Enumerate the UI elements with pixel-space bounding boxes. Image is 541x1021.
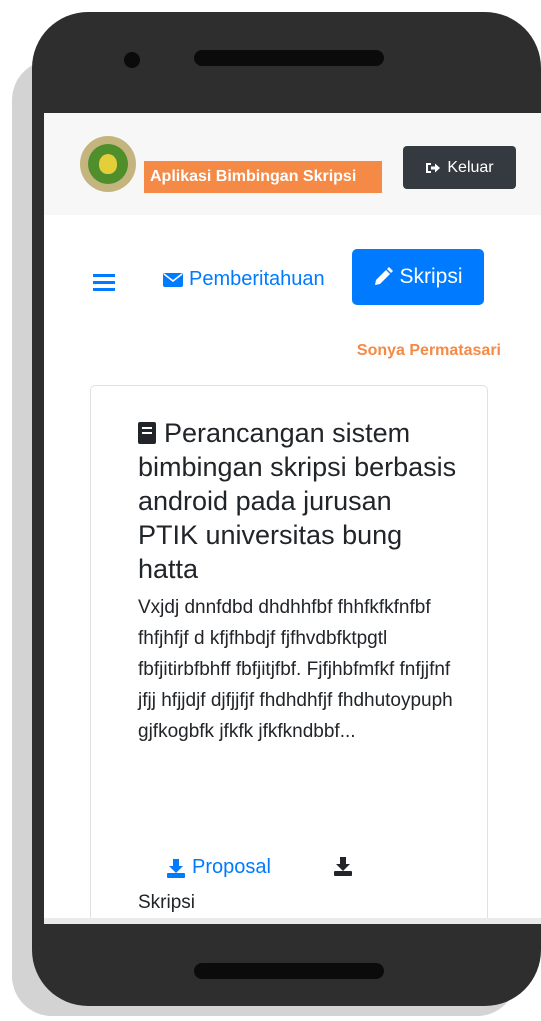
download-icon xyxy=(166,858,186,878)
book-icon xyxy=(138,422,156,444)
menu-toggle-button[interactable] xyxy=(93,273,115,291)
thesis-title-text: Perancangan sistem bimbingan skripsi ber… xyxy=(138,418,457,584)
thesis-title: Perancangan sistem bimbingan skripsi ber… xyxy=(138,416,458,586)
phone-frame: Aplikasi Bimbingan Skripsi Keluar Pember… xyxy=(32,12,541,1006)
proposal-download-link[interactable]: Proposal xyxy=(166,856,271,879)
screen-edge xyxy=(44,918,541,924)
logo xyxy=(80,136,136,192)
pencil-icon xyxy=(373,267,394,287)
skripsi-download-label[interactable]: Skripsi xyxy=(138,892,195,914)
notifications-link[interactable]: Pemberitahuan xyxy=(163,268,325,291)
proposal-label: Proposal xyxy=(192,856,271,878)
screen: Aplikasi Bimbingan Skripsi Keluar Pember… xyxy=(44,113,541,924)
logo-emblem xyxy=(99,154,117,174)
thesis-card: Perancangan sistem bimbingan skripsi ber… xyxy=(90,385,488,924)
skripsi-download-button[interactable] xyxy=(333,856,353,876)
logout-button[interactable]: Keluar xyxy=(403,146,516,189)
download-icon xyxy=(333,856,353,876)
notifications-label: Pemberitahuan xyxy=(189,268,325,290)
menu-icon xyxy=(93,274,115,291)
app-title[interactable]: Aplikasi Bimbingan Skripsi xyxy=(144,161,382,193)
logout-label: Keluar xyxy=(447,158,494,176)
user-name: Sonya Permatasari xyxy=(356,342,501,359)
skripsi-button-label: Skripsi xyxy=(399,265,463,288)
skripsi-button[interactable]: Skripsi xyxy=(352,249,484,305)
thesis-description: Vxjdj dnnfdbd dhdhhfbf fhhfkfkfnfbf fhfj… xyxy=(138,597,453,742)
navbar: Aplikasi Bimbingan Skripsi Keluar xyxy=(44,113,541,215)
envelope-icon xyxy=(163,272,183,288)
sign-out-icon xyxy=(425,160,441,176)
speaker xyxy=(194,50,384,66)
camera xyxy=(124,52,140,68)
logo-inner xyxy=(88,144,128,184)
home-indicator xyxy=(194,963,384,979)
